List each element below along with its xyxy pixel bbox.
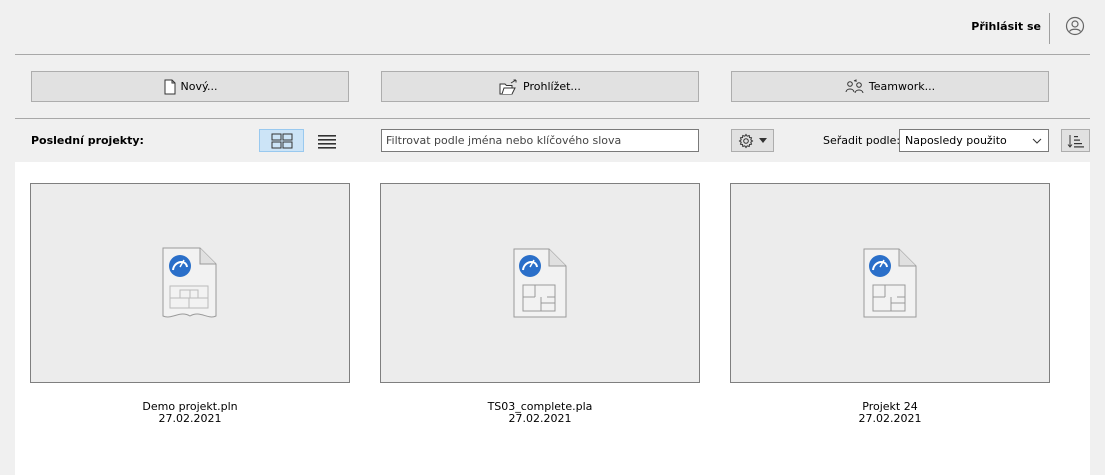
solo-project-file-icon (162, 247, 217, 318)
project-thumbnail[interactable] (730, 183, 1050, 383)
project-thumbnail[interactable] (30, 183, 350, 383)
project-card[interactable]: Demo projekt.pln 27.02.2021 (30, 183, 350, 425)
settings-menu-button[interactable] (731, 129, 774, 152)
teamwork-label: Teamwork... (868, 80, 936, 93)
open-folder-icon (499, 79, 517, 94)
teamwork-icon (845, 78, 864, 93)
gear-icon (738, 133, 754, 148)
caret-down-icon (759, 138, 767, 143)
new-file-icon (164, 79, 176, 94)
sort-label: Seřadit podle: (823, 134, 901, 147)
grid-view-icon (271, 133, 292, 148)
project-thumbnail[interactable] (380, 183, 700, 383)
archive-project-file-icon (513, 248, 567, 318)
user-circle-icon[interactable] (1065, 16, 1085, 36)
toolbar-divider (15, 118, 1090, 119)
teamwork-button[interactable]: Teamwork... (731, 71, 1049, 102)
project-card[interactable]: Projekt 24 27.02.2021 (730, 183, 1050, 425)
project-date: 27.02.2021 (858, 412, 922, 425)
grid-view-button[interactable] (259, 129, 304, 152)
list-view-icon (318, 134, 336, 149)
signin-link[interactable]: Přihlásit se (971, 20, 1041, 33)
sort-order-icon (1067, 134, 1084, 148)
project-date: 27.02.2021 (508, 412, 572, 425)
topbar-divider (1049, 13, 1050, 44)
sort-dropdown[interactable]: Naposledy použito (899, 129, 1049, 152)
project-card[interactable]: TS03_complete.pla 27.02.2021 (380, 183, 700, 425)
recent-projects-label: Poslední projekty: (31, 134, 144, 147)
archive-project-file-icon (863, 248, 917, 318)
browse-label: Prohlížet... (523, 80, 581, 93)
sort-order-button[interactable] (1061, 129, 1090, 152)
top-bar: Přihlásit se (0, 0, 1105, 55)
header-divider (15, 54, 1090, 55)
browse-button[interactable]: Prohlížet... (381, 71, 699, 102)
new-project-button[interactable]: Nový... (31, 71, 349, 102)
sort-value: Naposledy použito (905, 134, 1007, 147)
new-project-label: Nový... (180, 80, 218, 93)
project-date: 27.02.2021 (158, 412, 222, 425)
filter-input[interactable] (381, 129, 699, 152)
list-view-button[interactable] (314, 129, 340, 152)
chevron-down-icon (1032, 138, 1042, 144)
